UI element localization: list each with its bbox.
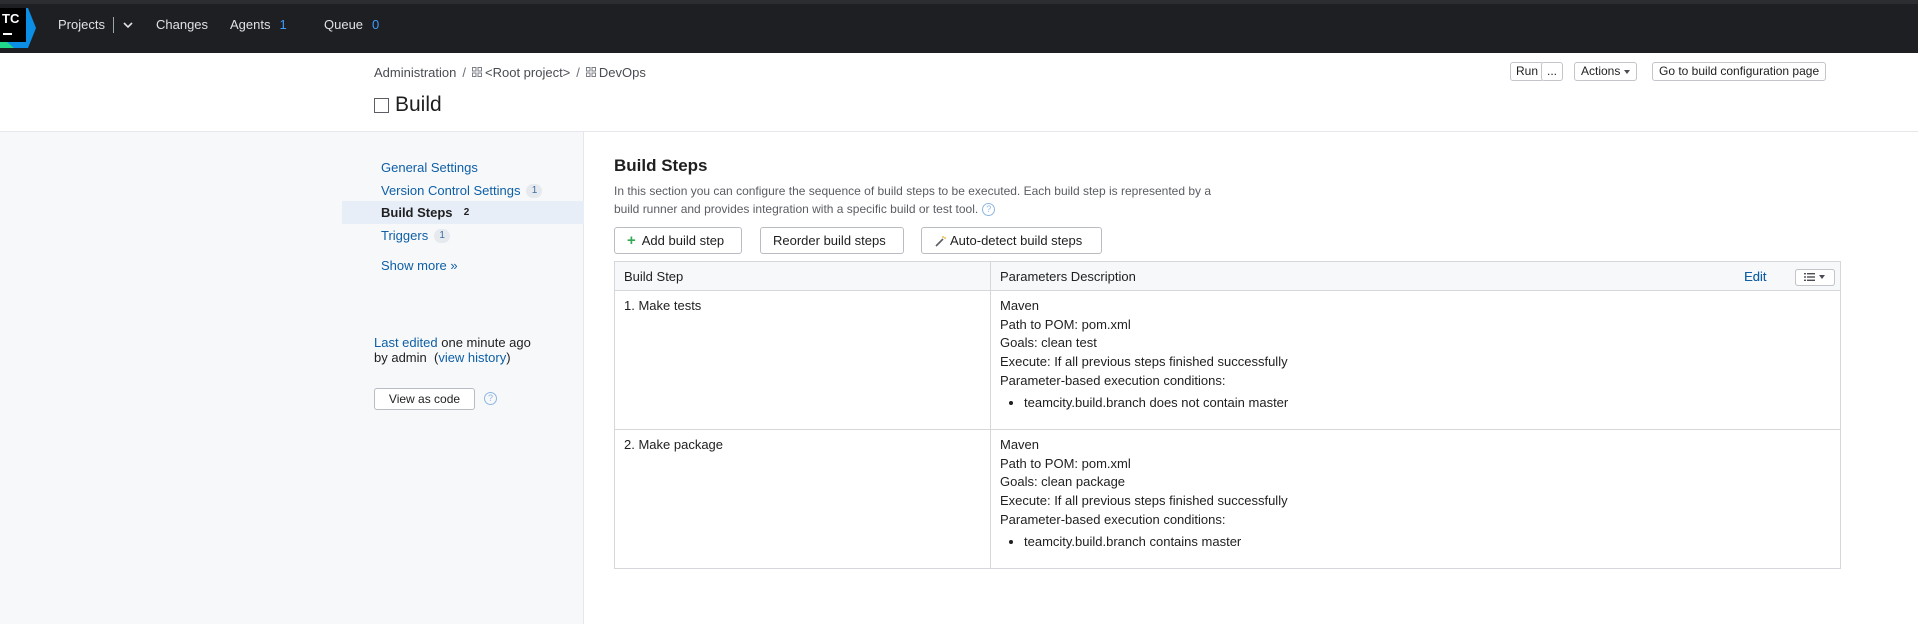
sidebar-item-badge: 2 <box>463 206 470 218</box>
top-navbar: TC Projects Changes Agents 1 Queue 0 <box>0 0 1918 53</box>
condition-item: teamcity.build.branch contains master <box>1024 533 1831 552</box>
breadcrumb-root-project[interactable]: <Root project> <box>485 65 570 80</box>
build-steps-table: Build Step Parameters Description 1. Mak… <box>614 261 1841 569</box>
actions-dropdown[interactable]: Actions <box>1574 62 1638 81</box>
sidebar-item-label[interactable]: Version Control Settings <box>381 179 520 202</box>
run-options-label[interactable]: ... <box>1547 63 1557 80</box>
table-row[interactable]: 2. Make package Maven Path to POM: pom.x… <box>614 268 1841 569</box>
run-button-label[interactable]: Run <box>1516 63 1538 80</box>
add-build-step-button[interactable]: + Add build step <box>614 227 742 254</box>
queue-link[interactable]: Queue 0 <box>324 15 379 35</box>
sidebar-item-version-control-settings[interactable]: Version Control Settings 1 <box>381 179 543 202</box>
breadcrumb: Administration / <Root project> / DevOps <box>374 63 646 81</box>
actions-label[interactable]: Actions <box>1581 63 1620 80</box>
build-step-parameters: Maven Path to POM: pom.xml Goals: clean … <box>990 268 1841 430</box>
sidebar-item-badge: 1 <box>526 183 543 198</box>
column-header-build-step: Build Step <box>614 261 991 291</box>
section-description-line: In this section you can configure the se… <box>614 184 1212 198</box>
param-goals: Goals: clean test <box>1000 335 1097 351</box>
view-as-code-label[interactable]: View as code <box>389 392 460 406</box>
page-title-text: Build <box>395 93 442 116</box>
last-edited-link[interactable]: Last edited <box>374 335 438 350</box>
param-conditions-label: Parameter-based execution conditions: <box>1000 372 1226 388</box>
page-header: Administration / <Root project> / DevOps… <box>0 53 1918 132</box>
last-edited-info: Last edited one minute ago by admin (vie… <box>374 335 531 365</box>
page-title: Build <box>374 91 442 119</box>
sidebar-item-label[interactable]: General Settings <box>381 156 478 179</box>
projects-menu[interactable]: Projects <box>58 15 134 35</box>
param-goals: Goals: clean package <box>1000 474 1126 490</box>
queue-label[interactable]: Queue <box>324 15 363 35</box>
sidebar-item-general-settings[interactable]: General Settings <box>381 156 478 179</box>
param-pom: Path to POM: pom.xml <box>1000 455 1131 471</box>
last-edited-by: by admin <box>374 350 427 365</box>
chevron-down-icon[interactable] <box>122 19 134 31</box>
caret-down-icon <box>1819 275 1825 279</box>
section-title: Build Steps <box>614 156 708 175</box>
list-icon <box>1804 273 1815 281</box>
build-config-icon <box>374 97 389 113</box>
section-description: In this section you can configure the se… <box>614 182 1224 218</box>
param-conditions-label: Parameter-based execution conditions: <box>1000 511 1226 527</box>
add-build-step-label[interactable]: Add build step <box>642 228 724 253</box>
nav-separator <box>112 17 114 33</box>
auto-detect-build-steps-button[interactable]: Auto-detect build steps <box>921 227 1102 254</box>
settings-sidebar: General Settings Version Control Setting… <box>0 132 584 624</box>
sidebar-item-triggers[interactable]: Triggers 1 <box>381 224 451 247</box>
projects-label[interactable]: Projects <box>58 15 105 35</box>
changes-link[interactable]: Changes <box>156 15 208 35</box>
agents-count: 1 <box>279 17 287 32</box>
param-execute: Execute: If all previous steps finished … <box>1000 354 1288 370</box>
param-execute: Execute: If all previous steps finished … <box>1000 493 1288 509</box>
section-description-line: build runner and provides integration wi… <box>614 202 979 216</box>
auto-detect-build-steps-label[interactable]: Auto-detect build steps <box>950 228 1082 253</box>
breadcrumb-administration[interactable]: Administration <box>374 65 456 80</box>
show-more-link[interactable]: Show more » <box>381 254 458 277</box>
step-actions-menu-button[interactable] <box>1794 268 1835 286</box>
teamcity-logo[interactable]: TC <box>0 8 38 48</box>
project-grid-icon <box>472 67 482 77</box>
reorder-build-steps-label[interactable]: Reorder build steps <box>773 228 886 253</box>
agents-link[interactable]: Agents 1 <box>230 15 287 35</box>
sidebar-item-label[interactable]: Build Steps <box>381 201 453 224</box>
changes-label[interactable]: Changes <box>156 15 208 35</box>
breadcrumb-separator: / <box>576 64 580 80</box>
build-step-name[interactable]: 1. Make tests <box>614 290 991 430</box>
sidebar-item-badge: 1 <box>434 228 451 243</box>
help-icon[interactable]: ? <box>484 392 497 405</box>
reorder-build-steps-button[interactable]: Reorder build steps <box>760 227 904 254</box>
run-options-button[interactable]: ... <box>1541 62 1564 81</box>
magic-wand-icon <box>935 235 946 247</box>
build-step-parameters: Maven Path to POM: pom.xml Goals: clean … <box>990 268 1841 569</box>
view-as-code-button[interactable]: View as code <box>374 388 475 410</box>
breadcrumb-separator: / <box>462 64 466 80</box>
column-header-parameters: Parameters Description <box>990 261 1841 291</box>
run-button[interactable]: Run <box>1510 62 1545 81</box>
sidebar-item-build-steps[interactable]: Build Steps 2 <box>381 201 475 224</box>
plus-icon: + <box>627 232 636 249</box>
help-icon[interactable]: ? <box>982 202 996 216</box>
go-to-build-config-button[interactable]: Go to build configuration page <box>1652 62 1827 81</box>
show-more-label[interactable]: Show more » <box>381 254 458 277</box>
build-step-name[interactable]: 2. Make package <box>614 429 991 569</box>
param-pom: Path to POM: pom.xml <box>1000 316 1131 332</box>
condition-item: teamcity.build.branch does not contain m… <box>1024 394 1831 413</box>
breadcrumb-devops[interactable]: DevOps <box>599 65 646 80</box>
conditions-list: teamcity.build.branch contains master <box>1024 533 1831 552</box>
runner-type: Maven <box>1000 298 1040 313</box>
caret-down-icon <box>1624 69 1631 74</box>
go-to-build-config-label[interactable]: Go to build configuration page <box>1659 63 1819 80</box>
project-grid-icon <box>585 67 596 77</box>
table-header-row: Build Step Parameters Description <box>614 261 1841 291</box>
table-row[interactable]: 1. Make tests Maven Path to POM: pom.xml… <box>614 268 1841 430</box>
conditions-list: teamcity.build.branch does not contain m… <box>1024 394 1831 413</box>
runner-type: Maven <box>1000 437 1040 452</box>
last-edited-time: one minute ago <box>441 335 531 350</box>
edit-step-link[interactable]: Edit <box>1744 268 1766 287</box>
svg-text:TC: TC <box>2 11 20 26</box>
agents-label[interactable]: Agents <box>230 15 270 35</box>
sidebar-item-label[interactable]: Triggers <box>381 224 428 247</box>
view-history-link[interactable]: view history <box>438 350 506 365</box>
queue-count: 0 <box>372 17 380 32</box>
